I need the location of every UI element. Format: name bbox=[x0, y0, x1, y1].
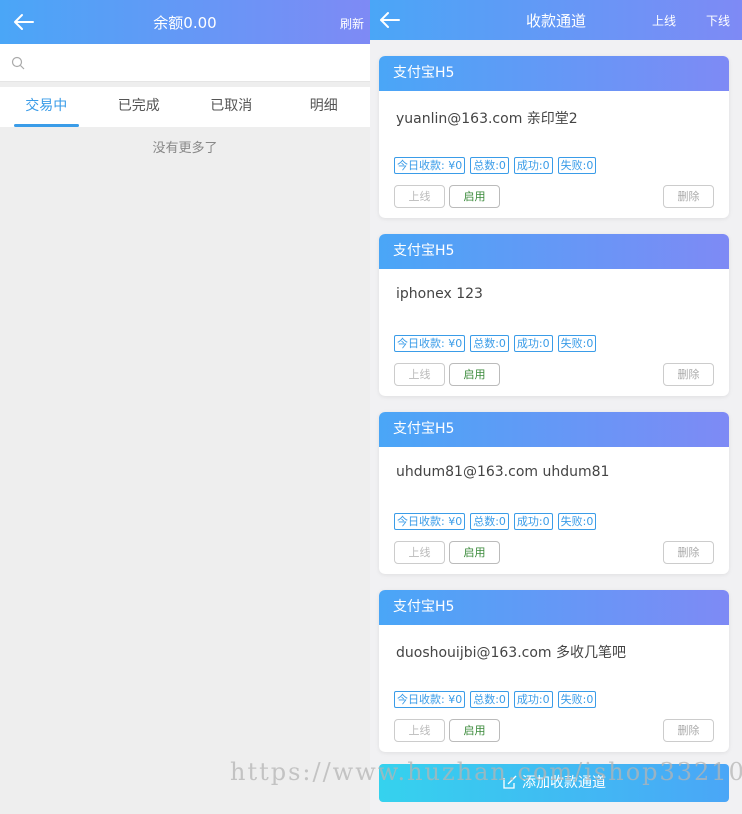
online-button[interactable]: 上线 bbox=[394, 363, 445, 386]
channel-type: 支付宝H5 bbox=[379, 234, 729, 269]
balance-title: 余额0.00 bbox=[153, 14, 217, 32]
channel-card: 支付宝H5 yuanlin@163.com 亲印堂2 今日收款: ¥0 总数:0… bbox=[379, 56, 729, 218]
stat-success: 成功:0 bbox=[513, 157, 553, 174]
stat-fail: 失败:0 bbox=[557, 157, 597, 174]
search-input[interactable] bbox=[32, 50, 352, 76]
tab-completed[interactable]: 已完成 bbox=[93, 87, 186, 127]
online-button[interactable]: 上线 bbox=[394, 719, 445, 742]
enable-button[interactable]: 启用 bbox=[449, 719, 500, 742]
stat-fail: 失败:0 bbox=[557, 513, 597, 530]
stat-total: 总数:0 bbox=[470, 157, 509, 174]
all-online-button[interactable]: 上线 bbox=[652, 12, 676, 29]
stat-fail: 失败:0 bbox=[557, 691, 597, 708]
right-header: 收款通道 上线 下线 bbox=[370, 0, 742, 40]
channel-name: duoshouijbi@163.com 多收几笔吧 bbox=[396, 645, 627, 661]
search-icon bbox=[11, 56, 25, 70]
stat-today: 今日收款: ¥0 bbox=[394, 513, 466, 530]
stat-success: 成功:0 bbox=[513, 335, 553, 352]
empty-list-message: 没有更多了 bbox=[152, 141, 218, 156]
stat-total: 总数:0 bbox=[470, 335, 509, 352]
channel-card: 支付宝H5 uhdum81@163.com uhdum81 今日收款: ¥0 总… bbox=[379, 412, 729, 574]
page-title: 收款通道 bbox=[525, 12, 586, 30]
transaction-tabs: 交易中 已完成 已取消 明细 bbox=[0, 87, 370, 127]
channel-type: 支付宝H5 bbox=[379, 56, 729, 91]
channel-name: iphonex 123 bbox=[396, 286, 483, 302]
channel-card: 支付宝H5 iphonex 123 今日收款: ¥0 总数:0 成功:0 失败:… bbox=[379, 234, 729, 396]
delete-button[interactable]: 删除 bbox=[663, 363, 714, 386]
delete-button[interactable]: 删除 bbox=[663, 185, 714, 208]
tab-cancelled[interactable]: 已取消 bbox=[185, 87, 278, 127]
enable-button[interactable]: 启用 bbox=[449, 185, 500, 208]
search-bar bbox=[0, 44, 370, 82]
channel-card: 支付宝H5 duoshouijbi@163.com 多收几笔吧 今日收款: ¥0… bbox=[379, 590, 729, 752]
tab-details[interactable]: 明细 bbox=[278, 87, 371, 127]
stat-fail: 失败:0 bbox=[557, 335, 597, 352]
watermark-text: https://www.huzhan.com/ishop33210 bbox=[230, 758, 742, 786]
channel-stats: 今日收款: ¥0 总数:0 成功:0 失败:0 bbox=[394, 513, 597, 530]
channel-stats: 今日收款: ¥0 总数:0 成功:0 失败:0 bbox=[394, 157, 597, 174]
stat-total: 总数:0 bbox=[470, 691, 509, 708]
refresh-button[interactable]: 刷新 bbox=[340, 15, 364, 32]
channel-name: yuanlin@163.com 亲印堂2 bbox=[396, 111, 578, 127]
online-button[interactable]: 上线 bbox=[394, 541, 445, 564]
payment-channels-panel: 收款通道 上线 下线 支付宝H5 yuanlin@163.com 亲印堂2 今日… bbox=[370, 0, 742, 814]
online-button[interactable]: 上线 bbox=[394, 185, 445, 208]
channel-name: uhdum81@163.com uhdum81 bbox=[396, 464, 610, 480]
delete-button[interactable]: 删除 bbox=[663, 719, 714, 742]
transactions-panel: 余额0.00 刷新 交易中 已完成 已取消 明细 没有更多了 bbox=[0, 0, 370, 814]
stat-success: 成功:0 bbox=[513, 691, 553, 708]
delete-button[interactable]: 删除 bbox=[663, 541, 714, 564]
stat-success: 成功:0 bbox=[513, 513, 553, 530]
tab-in-progress[interactable]: 交易中 bbox=[0, 87, 93, 127]
stat-total: 总数:0 bbox=[470, 513, 509, 530]
channel-stats: 今日收款: ¥0 总数:0 成功:0 失败:0 bbox=[394, 691, 597, 708]
stat-today: 今日收款: ¥0 bbox=[394, 157, 466, 174]
channel-stats: 今日收款: ¥0 总数:0 成功:0 失败:0 bbox=[394, 335, 597, 352]
channel-type: 支付宝H5 bbox=[379, 590, 729, 625]
enable-button[interactable]: 启用 bbox=[449, 363, 500, 386]
stat-today: 今日收款: ¥0 bbox=[394, 691, 466, 708]
stat-today: 今日收款: ¥0 bbox=[394, 335, 466, 352]
left-header: 余额0.00 刷新 bbox=[0, 0, 370, 44]
channel-type: 支付宝H5 bbox=[379, 412, 729, 447]
enable-button[interactable]: 启用 bbox=[449, 541, 500, 564]
all-offline-button[interactable]: 下线 bbox=[706, 12, 730, 29]
